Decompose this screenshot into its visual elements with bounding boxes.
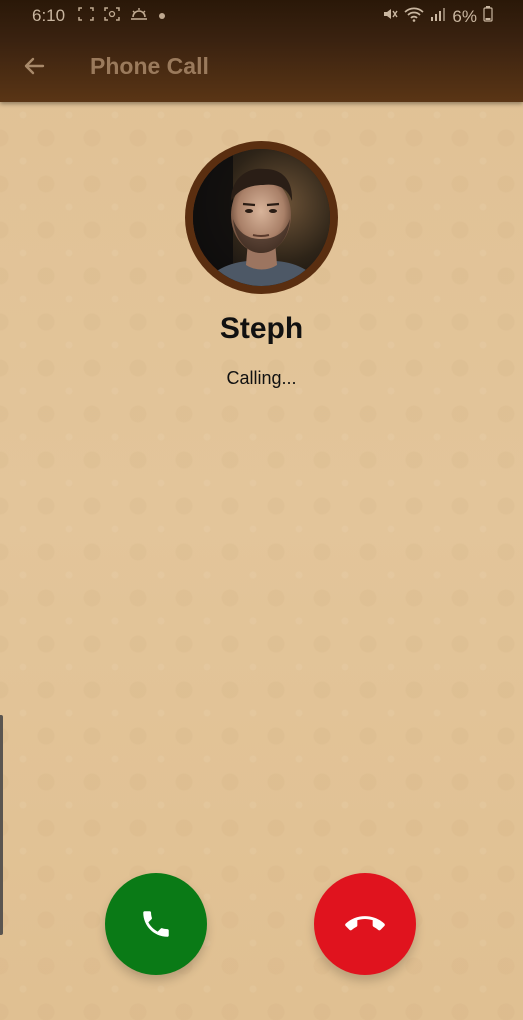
status-time: 6:10: [32, 6, 66, 25]
mute-icon: [382, 6, 399, 27]
back-button[interactable]: [18, 50, 50, 82]
battery-text: 6%: [452, 6, 477, 26]
edge-panel-handle[interactable]: [0, 715, 3, 935]
status-bar: 6:10 6%: [0, 0, 523, 32]
app-bar: 6:10 6% Phone Call: [0, 0, 523, 102]
phone-hangup-icon: [345, 916, 385, 931]
page-title: Phone Call: [90, 53, 209, 79]
status-icons-left: [78, 7, 166, 24]
weather-icon: [130, 7, 148, 24]
dot-icon: [158, 8, 166, 23]
phone-icon: [143, 911, 169, 937]
signal-icon: [430, 6, 446, 27]
arrow-left-icon: [24, 57, 45, 75]
battery-icon: [483, 6, 493, 27]
decline-call-button[interactable]: [314, 873, 416, 975]
contact-photo: [193, 149, 330, 286]
call-status: Calling...: [226, 368, 297, 388]
wifi-icon: [404, 6, 425, 27]
focus-icon: [104, 7, 120, 24]
screenshot-icon: [78, 7, 94, 24]
accept-call-button[interactable]: [105, 873, 207, 975]
contact-name: Steph: [219, 312, 304, 345]
contact-avatar: [185, 141, 338, 294]
status-icons-right: 6%: [382, 6, 493, 27]
